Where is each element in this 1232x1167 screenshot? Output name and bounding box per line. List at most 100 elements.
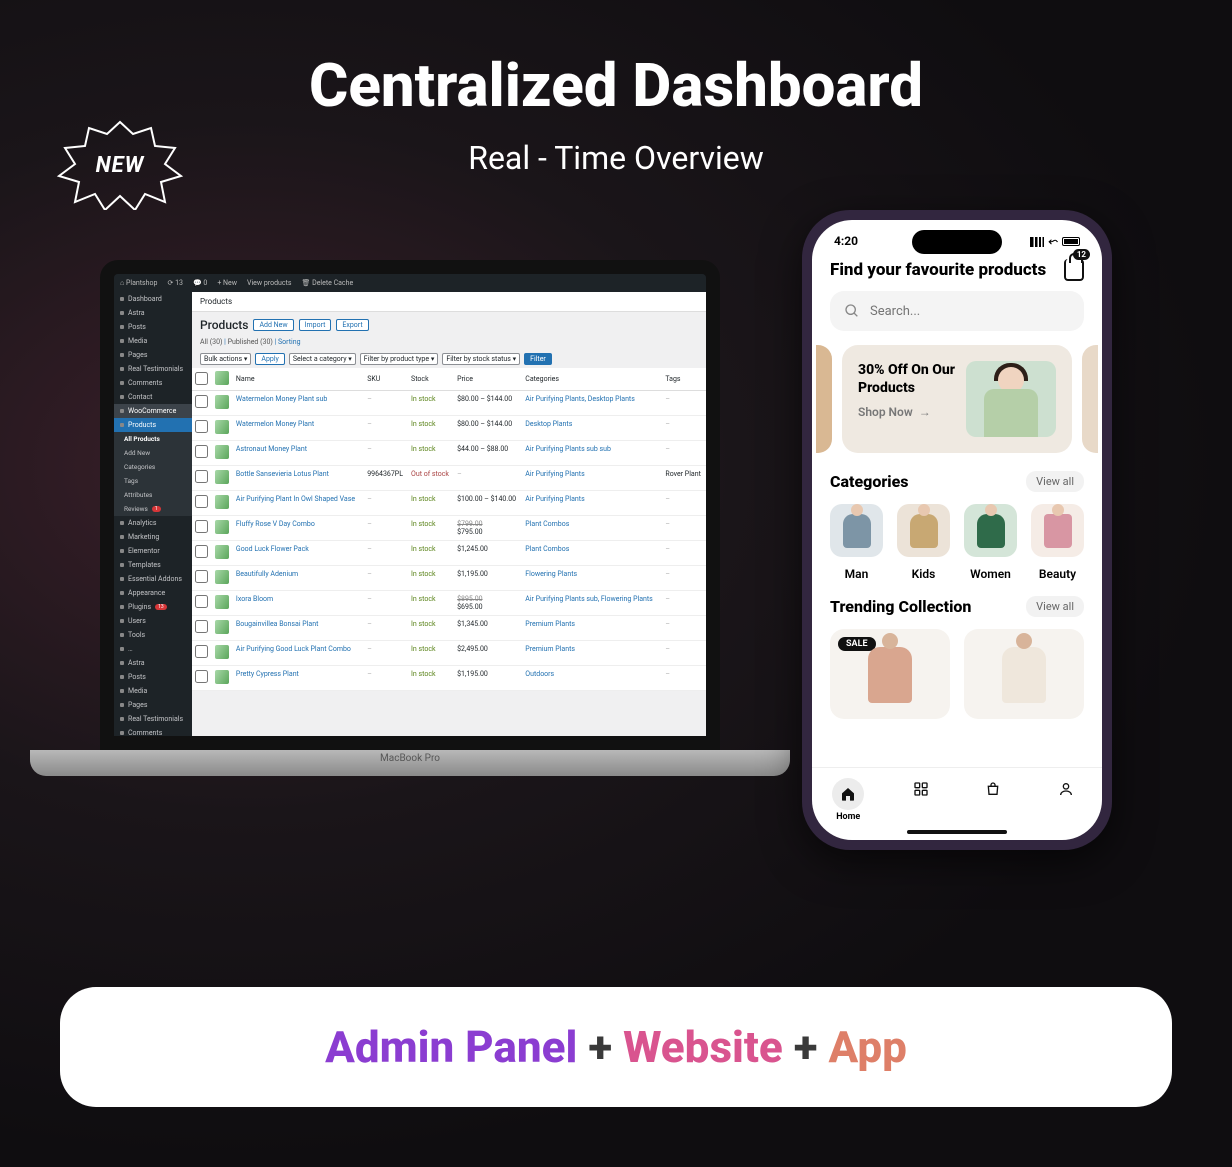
sidebar-item-contact[interactable]: Contact bbox=[114, 390, 192, 404]
view-products-link[interactable]: View products bbox=[247, 279, 291, 287]
col-stock[interactable]: Stock bbox=[408, 368, 454, 391]
add-new-button[interactable]: Add New bbox=[253, 319, 293, 331]
col-tags[interactable]: Tags bbox=[662, 368, 706, 391]
tab-grid[interactable] bbox=[885, 778, 958, 822]
comments-link[interactable]: 💬 0 bbox=[193, 279, 207, 287]
product-name-link[interactable]: Good Luck Flower Pack bbox=[236, 545, 309, 553]
product-name-link[interactable]: Beautifully Adenium bbox=[236, 570, 298, 578]
category-link[interactable]: Air Purifying Plants sub, Flowering Plan… bbox=[525, 595, 653, 603]
sidebar-item-plugins[interactable]: Plugins 13 bbox=[114, 600, 192, 614]
row-checkbox[interactable] bbox=[195, 570, 208, 583]
row-checkbox[interactable] bbox=[195, 620, 208, 633]
col-price[interactable]: Price bbox=[454, 368, 522, 391]
product-name-link[interactable]: Pretty Cypress Plant bbox=[236, 670, 299, 678]
product-name-link[interactable]: Fluffy Rose V Day Combo bbox=[236, 520, 315, 528]
category-link[interactable]: Flowering Plants bbox=[525, 570, 577, 578]
site-name-link[interactable]: ⌂ Plantshop bbox=[120, 279, 157, 287]
sidebar-item-testimonials[interactable]: Real Testimonials bbox=[114, 362, 192, 376]
sidebar-item-media[interactable]: Media bbox=[114, 334, 192, 348]
filter-published-link[interactable]: Published (30) bbox=[228, 338, 273, 346]
sidebar-item-users[interactable]: Users bbox=[114, 614, 192, 628]
sidebar-item-essential-addons[interactable]: Essential Addons bbox=[114, 572, 192, 586]
sidebar-item-astra[interactable]: Astra bbox=[114, 306, 192, 320]
sidebar-sub-tags[interactable]: Tags bbox=[114, 474, 192, 488]
sorting-link[interactable]: Sorting bbox=[278, 338, 300, 346]
category-link[interactable]: Premium Plants bbox=[525, 620, 575, 628]
row-checkbox[interactable] bbox=[195, 645, 208, 658]
sidebar-sub-categories[interactable]: Categories bbox=[114, 460, 192, 474]
sidebar-item-pages-2[interactable]: Pages bbox=[114, 698, 192, 712]
promo-banner[interactable]: 30% Off On OurProducts Shop Now → bbox=[842, 345, 1072, 453]
trending-view-all-button[interactable]: View all bbox=[1026, 596, 1084, 617]
category-link[interactable]: Plant Combos bbox=[525, 520, 569, 528]
category-man[interactable]: Man bbox=[830, 504, 883, 582]
category-kids[interactable]: Kids bbox=[897, 504, 950, 582]
banner-prev[interactable] bbox=[816, 345, 832, 453]
row-checkbox[interactable] bbox=[195, 495, 208, 508]
filter-all-link[interactable]: All (30) bbox=[200, 338, 222, 346]
delete-cache-link[interactable]: 🗑 Delete Cache bbox=[301, 279, 353, 287]
sidebar-item-tools[interactable]: Tools bbox=[114, 628, 192, 642]
sidebar-item-astra-2[interactable]: Astra bbox=[114, 656, 192, 670]
category-link[interactable]: Plant Combos bbox=[525, 545, 569, 553]
tab-bag[interactable] bbox=[957, 778, 1030, 822]
row-checkbox[interactable] bbox=[195, 395, 208, 408]
sidebar-item-posts-2[interactable]: Posts bbox=[114, 670, 192, 684]
sidebar-item-products[interactable]: Products bbox=[114, 418, 192, 432]
row-checkbox[interactable] bbox=[195, 545, 208, 558]
category-beauty[interactable]: Beauty bbox=[1031, 504, 1084, 582]
category-link[interactable]: Air Purifying Plants bbox=[525, 470, 584, 478]
export-button[interactable]: Export bbox=[336, 319, 368, 331]
cart-button[interactable]: 12 bbox=[1064, 259, 1084, 281]
row-checkbox[interactable] bbox=[195, 420, 208, 433]
category-select[interactable]: Select a category ▾ bbox=[289, 353, 356, 365]
sidebar-sub-attributes[interactable]: Attributes bbox=[114, 488, 192, 502]
category-link[interactable]: Air Purifying Plants bbox=[525, 495, 584, 503]
category-link[interactable]: Air Purifying Plants, Desktop Plants bbox=[525, 395, 635, 403]
bulk-actions-select[interactable]: Bulk actions ▾ bbox=[200, 353, 251, 365]
product-name-link[interactable]: Air Purifying Plant In Owl Shaped Vase bbox=[236, 495, 355, 503]
new-link[interactable]: + New bbox=[217, 279, 237, 287]
updates-link[interactable]: ⟳ 13 bbox=[167, 279, 182, 287]
category-link[interactable]: Premium Plants bbox=[525, 645, 575, 653]
search-box[interactable] bbox=[830, 291, 1084, 331]
trending-item-2[interactable] bbox=[964, 629, 1084, 719]
stock-status-select[interactable]: Filter by stock status ▾ bbox=[442, 353, 520, 365]
sidebar-item-templates[interactable]: Templates bbox=[114, 558, 192, 572]
sidebar-item-comments[interactable]: Comments bbox=[114, 376, 192, 390]
col-categories[interactable]: Categories bbox=[522, 368, 662, 391]
category-link[interactable]: Outdoors bbox=[525, 670, 554, 678]
sidebar-item-dashboard[interactable]: Dashboard bbox=[114, 292, 192, 306]
category-link[interactable]: Desktop Plants bbox=[525, 420, 572, 428]
category-women[interactable]: Women bbox=[964, 504, 1017, 582]
sidebar-sub-all-products[interactable]: All Products bbox=[114, 432, 192, 446]
product-type-select[interactable]: Filter by product type ▾ bbox=[360, 353, 439, 365]
sidebar-item-testimonials-2[interactable]: Real Testimonials bbox=[114, 712, 192, 726]
banner-next[interactable] bbox=[1082, 345, 1098, 453]
apply-button[interactable]: Apply bbox=[255, 353, 284, 365]
row-checkbox[interactable] bbox=[195, 520, 208, 533]
sidebar-item-comments-2[interactable]: Comments bbox=[114, 726, 192, 740]
sidebar-item-analytics[interactable]: Analytics bbox=[114, 516, 192, 530]
categories-view-all-button[interactable]: View all bbox=[1026, 471, 1084, 492]
product-name-link[interactable]: Ixora Bloom bbox=[236, 595, 273, 603]
sidebar-item-elementor[interactable]: Elementor bbox=[114, 544, 192, 558]
tab-home[interactable]: Home bbox=[812, 778, 885, 822]
col-sku[interactable]: SKU bbox=[364, 368, 408, 391]
product-name-link[interactable]: Watermelon Money Plant sub bbox=[236, 395, 327, 403]
sidebar-sub-add-new[interactable]: Add New bbox=[114, 446, 192, 460]
sidebar-item-appearance[interactable]: Appearance bbox=[114, 586, 192, 600]
product-name-link[interactable]: Bottle Sansevieria Lotus Plant bbox=[236, 470, 329, 478]
shop-now-link[interactable]: Shop Now → bbox=[858, 405, 958, 419]
col-name[interactable]: Name bbox=[233, 368, 364, 391]
tab-profile[interactable] bbox=[1030, 778, 1103, 822]
search-input[interactable] bbox=[870, 304, 1070, 319]
sidebar-item-collapse[interactable]: … bbox=[114, 642, 192, 656]
product-name-link[interactable]: Astronaut Money Plant bbox=[236, 445, 307, 453]
filter-button[interactable]: Filter bbox=[524, 353, 552, 365]
row-checkbox[interactable] bbox=[195, 445, 208, 458]
trending-item-1[interactable]: SALE bbox=[830, 629, 950, 719]
category-link[interactable]: Air Purifying Plants sub sub bbox=[525, 445, 611, 453]
sidebar-item-media-2[interactable]: Media bbox=[114, 684, 192, 698]
row-checkbox[interactable] bbox=[195, 470, 208, 483]
